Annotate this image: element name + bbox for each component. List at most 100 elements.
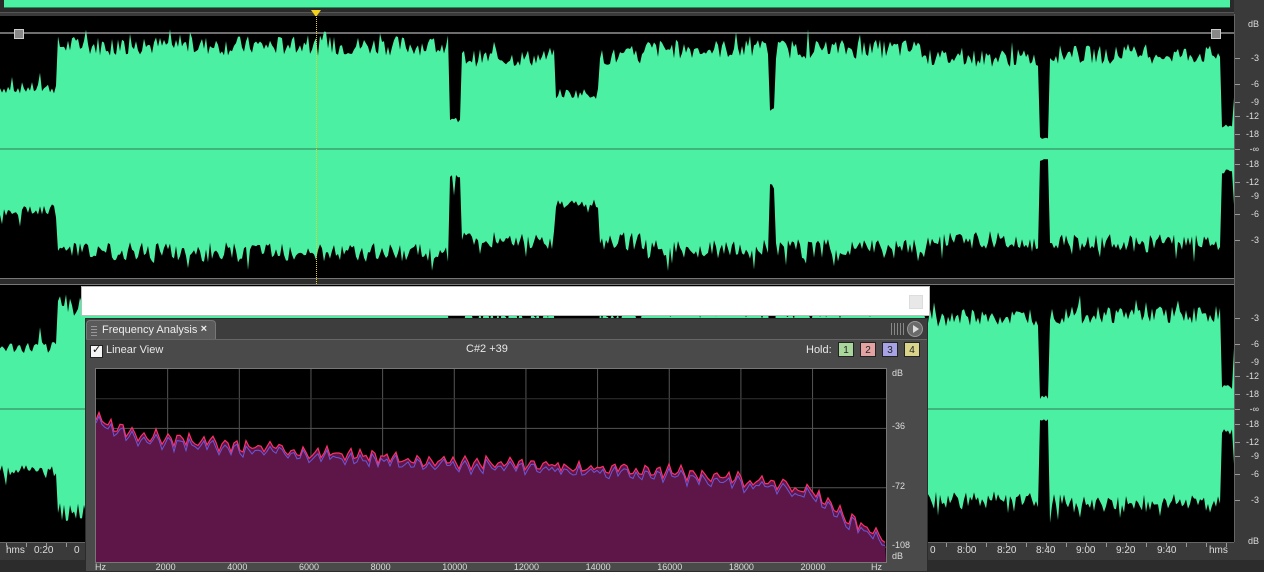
- time-tick: [1126, 543, 1127, 547]
- db-tick-label: -3: [1250, 313, 1259, 324]
- time-tick: [6, 543, 7, 547]
- time-tick: [1046, 543, 1047, 547]
- tab-frequency-analysis[interactable]: Frequency Analysis ×: [86, 320, 216, 339]
- frequency-plot[interactable]: [95, 368, 887, 563]
- db-tick: [1235, 409, 1240, 410]
- freq-x-tick-label: 2000: [155, 562, 176, 572]
- db-tick-label: -18: [1245, 159, 1259, 170]
- db-tick: [1235, 196, 1240, 198]
- freq-x-unit-left: Hz: [95, 562, 106, 572]
- db-tick-label: -6: [1250, 339, 1259, 350]
- pitch-readout: C#2 +39: [466, 343, 508, 355]
- db-tick-label: -9: [1250, 451, 1259, 462]
- db-tick-label: -6: [1250, 79, 1259, 90]
- freq-x-tick-label: 6000: [298, 562, 319, 572]
- db-tick: [1235, 344, 1240, 346]
- hold-button-3[interactable]: 3: [882, 342, 898, 357]
- db-tick-label: -6: [1250, 208, 1259, 219]
- overview-bar[interactable]: [0, 0, 1234, 13]
- time-tick: [46, 543, 47, 547]
- db-tick-label: -6: [1250, 468, 1259, 479]
- freq-x-tick-label: 4000: [227, 562, 248, 572]
- hold-button-1[interactable]: 1: [838, 342, 854, 357]
- time-tick: [1166, 543, 1167, 547]
- time-tick-label: 0: [74, 545, 80, 556]
- time-tick: [1206, 543, 1207, 547]
- time-tick: [1026, 543, 1027, 547]
- freq-x-tick-label: 20000: [800, 562, 826, 572]
- db-tick-label: -9: [1250, 96, 1259, 107]
- freq-x-tick-label: 16000: [657, 562, 683, 572]
- time-unit-left: hms: [6, 545, 25, 556]
- db-tick-label: -3: [1250, 53, 1259, 64]
- time-tick: [1186, 543, 1187, 547]
- time-tick-label: 0: [930, 545, 936, 556]
- db-tick: [1235, 213, 1240, 215]
- fade-in-handle[interactable]: [14, 29, 24, 39]
- db-tick-label: -9: [1250, 356, 1259, 367]
- options-bar: ✓ Linear View C#2 +39 Hold: 1 2 3 4: [86, 340, 927, 364]
- waveform-channel: [0, 29, 1234, 271]
- hold-button-4[interactable]: 4: [904, 342, 920, 357]
- panel-drag-grip-icon[interactable]: [891, 323, 905, 335]
- time-tick: [1106, 543, 1107, 547]
- freq-x-tick-label: 18000: [728, 562, 754, 572]
- time-tick: [66, 543, 67, 547]
- time-tick: [1226, 543, 1227, 547]
- frequency-chart-svg: [96, 369, 886, 562]
- tab-close-icon[interactable]: ×: [201, 323, 207, 335]
- hold-label: Hold:: [806, 344, 832, 356]
- db-tick-label: -9: [1250, 191, 1259, 202]
- panel-tabstrip: Frequency Analysis ×: [86, 319, 927, 340]
- time-tick: [26, 543, 27, 547]
- db-tick-label: -12: [1245, 370, 1259, 381]
- db-tick: [1235, 182, 1240, 184]
- hold-button-2[interactable]: 2: [860, 342, 876, 357]
- freq-x-tick-label: 10000: [442, 562, 468, 572]
- time-tick-label: 0:20: [34, 545, 54, 556]
- panel-menu-button[interactable]: [907, 321, 923, 337]
- db-tick: [1235, 164, 1240, 166]
- freq-x-unit-right: Hz: [871, 562, 882, 572]
- db-tick-label: -3: [1250, 494, 1259, 505]
- channel-separator: [0, 278, 1234, 285]
- frequency-db-axis: dB -36 -72 -108 dB: [886, 368, 926, 561]
- playhead-line: [316, 14, 317, 284]
- db-ruler-bottom-unit: dB: [1247, 536, 1259, 546]
- db-tick: [1235, 375, 1240, 377]
- linear-view-checkbox[interactable]: ✓: [90, 344, 103, 358]
- db-tick-label: -∞: [1249, 404, 1259, 414]
- overview-waveform: [4, 0, 1230, 8]
- audio-editor-window: dB dB -3 -6 -9 -12 -18 -∞ -18 -12 -9 -6 -3 -3 -6 -9 -1…: [0, 0, 1264, 572]
- time-tick: [986, 543, 987, 547]
- floating-panel-close-icon[interactable]: [909, 295, 923, 309]
- tab-grip-icon[interactable]: [91, 326, 97, 336]
- db-tick: [1235, 101, 1240, 103]
- freq-x-tick-label: 8000: [370, 562, 391, 572]
- db-tick-label: -12: [1245, 177, 1259, 188]
- freq-x-tick-label: 14000: [585, 562, 611, 572]
- frequency-analysis-panel: Frequency Analysis × ✓ Linear View C#2 +…: [85, 318, 928, 572]
- freq-db-tick-label: dB: [892, 368, 904, 378]
- db-ruler: dB dB -3 -6 -9 -12 -18 -∞ -18 -12 -9 -6 -3 -3 -6 -9 -1…: [1234, 14, 1264, 546]
- freq-x-tick-label: 12000: [513, 562, 539, 572]
- db-tick: [1235, 318, 1240, 320]
- floating-panel-titlebar[interactable]: [81, 286, 930, 316]
- db-tick: [1235, 442, 1240, 444]
- freq-db-tick-label: -72: [892, 480, 906, 491]
- linear-view-label: Linear View: [106, 344, 164, 356]
- db-tick-label: -18: [1245, 128, 1259, 139]
- freq-db-tick-label: dB: [892, 551, 904, 561]
- checkmark-icon: ✓: [92, 344, 102, 356]
- db-tick: [1235, 473, 1240, 475]
- db-tick: [1235, 115, 1240, 117]
- db-tick-label: -18: [1245, 419, 1259, 430]
- db-tick: [1235, 239, 1240, 241]
- db-tick: [1235, 58, 1240, 60]
- db-tick-label: -12: [1245, 437, 1259, 448]
- db-tick: [1235, 424, 1240, 426]
- db-tick-label: -∞: [1249, 144, 1259, 154]
- time-tick: [1006, 543, 1007, 547]
- fade-out-handle[interactable]: [1211, 29, 1221, 39]
- db-tick: [1235, 456, 1240, 458]
